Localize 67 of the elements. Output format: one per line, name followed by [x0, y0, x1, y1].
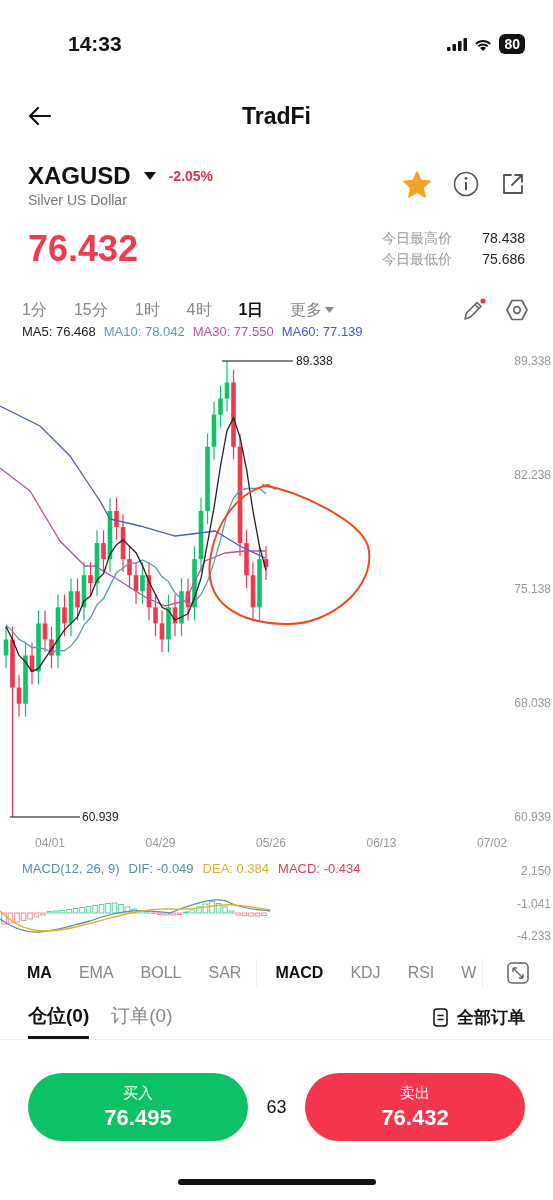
position-tab[interactable]: 订单(0) [111, 995, 173, 1039]
battery-indicator: 80 [499, 34, 525, 54]
buy-button[interactable]: 买入 76.495 [28, 1073, 248, 1141]
indicator-tab[interactable]: RSI [407, 964, 435, 982]
share-icon[interactable] [501, 172, 525, 196]
symbol-selector[interactable]: XAGUSD [28, 162, 131, 190]
timeframe-tab[interactable]: 15分 [73, 299, 108, 321]
y-axis-label: -1.041 [516, 896, 551, 911]
signal-icon [447, 37, 468, 51]
stat-label: 今日最高价 [382, 229, 453, 248]
status-time: 14:33 [68, 32, 122, 56]
indicator-tab[interactable]: W [461, 964, 477, 982]
y-axis-label: 75.138 [514, 582, 551, 596]
macd-legend-label: MACD(12, 26, 9) [22, 861, 120, 878]
stat-value: 78.438 [482, 229, 525, 248]
leader-line [9, 816, 81, 818]
ma-legend-label: MA60: 77.139 [281, 324, 363, 339]
indicator-tab[interactable]: SAR [208, 964, 242, 982]
macd-legend-label: MACD: -0.434 [278, 861, 361, 878]
y-axis-label: -4.233 [516, 929, 551, 943]
document-icon [433, 1007, 448, 1027]
ma-legend-label: MA30: 77.550 [192, 324, 274, 339]
y-axis-label: 89.338 [514, 354, 551, 368]
last-price: 76.432 [28, 228, 139, 270]
ma-legend-label: MA5: 76.468 [22, 324, 96, 339]
ma-legend-label: MA10: 78.042 [103, 324, 185, 339]
y-axis-label: 2.150 [520, 864, 551, 878]
indicator-tab[interactable]: EMA [78, 964, 114, 982]
indicator-tab[interactable]: MACD [275, 964, 324, 982]
stat-value: 75.686 [482, 250, 525, 269]
macd-legend-label: DEA: 0.384 [202, 861, 270, 878]
price-change: -2.05% [168, 168, 214, 184]
sell-button[interactable]: 卖出 76.432 [305, 1073, 525, 1141]
macd-legend-label: DIF: -0.049 [128, 861, 194, 878]
x-axis-label: 05/26 [256, 836, 286, 850]
page-title: TradFi [242, 102, 311, 130]
instrument-name: Silver US Dollar [28, 192, 128, 208]
x-axis-label: 06/13 [366, 836, 397, 850]
spread-value: 63 [265, 1096, 288, 1118]
back-arrow-icon[interactable] [28, 106, 52, 126]
pencil-icon[interactable] [461, 298, 487, 322]
more-dropdown[interactable]: 更多 [290, 299, 335, 321]
low-price-label: 60.939 [82, 810, 119, 824]
indicator-tab[interactable]: KDJ [350, 964, 381, 982]
y-axis-label: 82.238 [514, 468, 551, 482]
timeframe-tab[interactable]: 1日 [238, 299, 264, 321]
y-axis-label: 68.038 [514, 696, 551, 710]
position-tab[interactable]: 仓位(0) [28, 995, 90, 1039]
star-icon[interactable] [403, 170, 431, 198]
all-orders-button[interactable]: 全部订单 [433, 1005, 525, 1029]
info-icon[interactable] [453, 171, 479, 197]
stat-label: 今日最低价 [382, 250, 453, 269]
caret-icon [325, 307, 335, 313]
x-axis-label: 07/02 [477, 836, 507, 850]
dropdown-caret-icon[interactable] [142, 171, 157, 181]
timeframe-tab[interactable]: 4时 [186, 299, 212, 321]
x-axis-label: 04/01 [35, 836, 65, 850]
high-price-label: 89.338 [296, 354, 333, 368]
settings-icon[interactable] [505, 298, 529, 322]
expand-icon[interactable] [507, 962, 530, 984]
indicator-tab[interactable]: MA [27, 964, 52, 982]
indicator-tab[interactable]: BOLL [140, 964, 182, 982]
timeframe-tab[interactable]: 1分 [22, 299, 47, 321]
y-axis-label: 60.939 [514, 810, 551, 824]
wifi-icon [474, 37, 493, 51]
timeframe-tab[interactable]: 1时 [134, 299, 160, 321]
x-axis-label: 04/29 [145, 836, 176, 850]
